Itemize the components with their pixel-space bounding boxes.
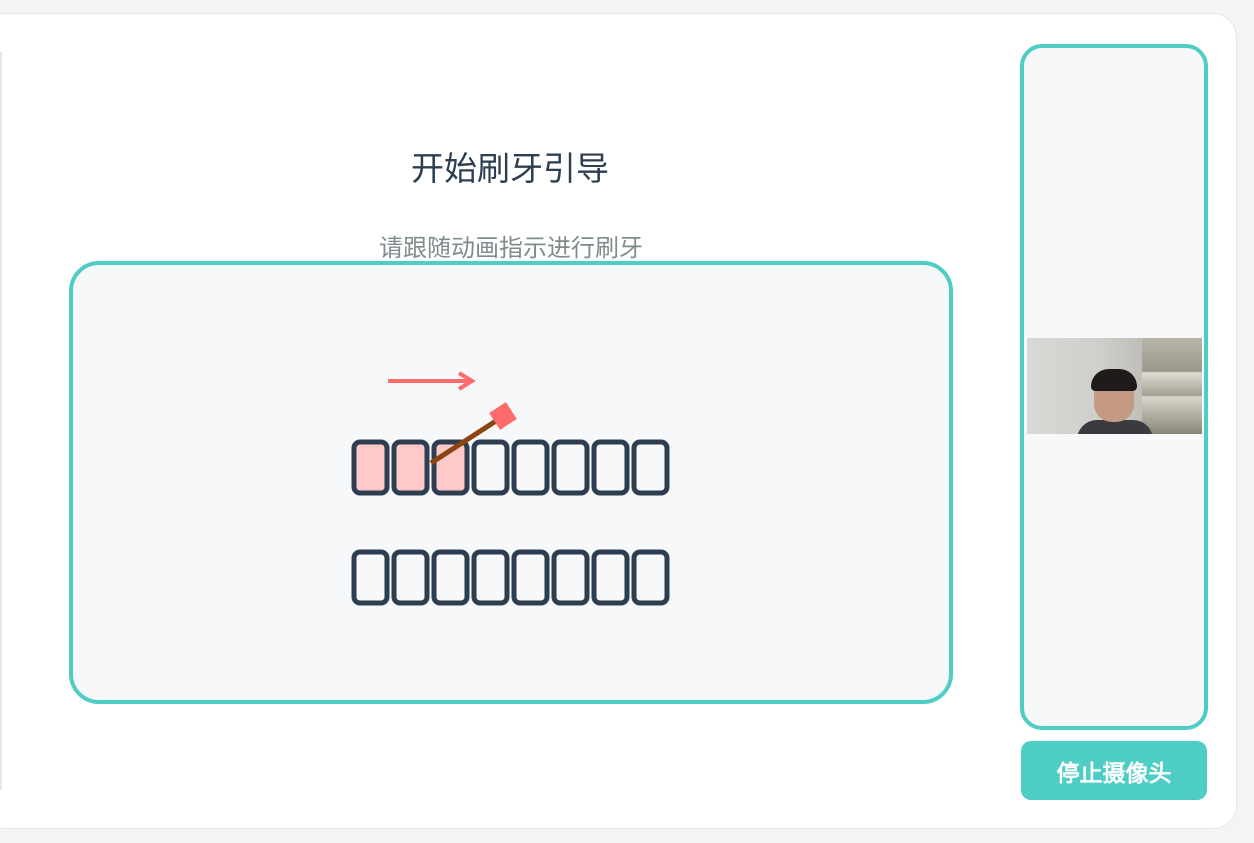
lower-tooth (351, 549, 390, 606)
toothbrush-icon (489, 402, 517, 430)
lower-tooth (631, 549, 670, 606)
upper-tooth (351, 439, 390, 496)
brushing-animation-panel (69, 261, 953, 704)
brushing-animation (351, 371, 670, 606)
camera-video-feed (1027, 338, 1202, 434)
page-title: 开始刷牙引导 (411, 149, 609, 188)
upper-tooth (511, 439, 550, 496)
lower-tooth (511, 549, 550, 606)
lower-tooth (471, 549, 510, 606)
lower-tooth (431, 549, 470, 606)
upper-tooth (591, 439, 630, 496)
lower-tooth (551, 549, 590, 606)
stop-camera-button[interactable]: 停止摄像头 (1021, 741, 1207, 800)
feed-person-shirt (1077, 420, 1153, 434)
feed-person-hair (1091, 369, 1137, 391)
lower-tooth (591, 549, 630, 606)
upper-tooth (631, 439, 670, 496)
camera-preview-frame (1020, 44, 1208, 730)
feed-background-shelf (1142, 338, 1202, 434)
lower-tooth (391, 549, 430, 606)
upper-tooth (391, 439, 430, 496)
left-panel-edge (0, 52, 2, 790)
upper-tooth (551, 439, 590, 496)
upper-tooth (471, 439, 510, 496)
